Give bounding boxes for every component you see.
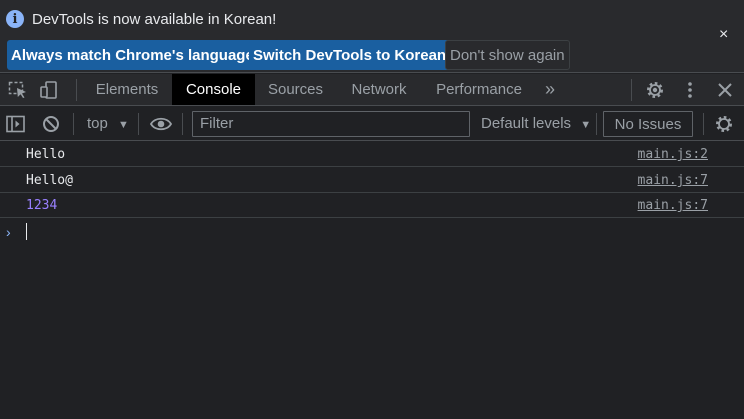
console-message: Hello main.js:2 xyxy=(0,142,744,167)
live-expression-icon[interactable] xyxy=(149,115,173,133)
issues-button[interactable]: No Issues xyxy=(603,111,693,137)
infobar-message-row: i DevTools is now available in Korean! xyxy=(6,9,276,29)
devtools-window: i DevTools is now available in Korean! A… xyxy=(0,0,744,419)
log-levels-label: Default levels xyxy=(481,115,572,132)
tab-sources[interactable]: Sources xyxy=(257,74,334,105)
source-link[interactable]: main.js:2 xyxy=(638,147,708,162)
message-number: 1234 xyxy=(26,198,58,213)
always-match-language-button[interactable]: Always match Chrome's language xyxy=(7,40,258,70)
toolbar-divider xyxy=(138,113,139,135)
toolbar-divider xyxy=(76,79,77,101)
tab-network[interactable]: Network xyxy=(338,74,420,105)
filter-input[interactable]: Filter xyxy=(192,111,470,137)
switch-to-korean-button[interactable]: Switch DevTools to Korean xyxy=(249,40,451,70)
context-select[interactable]: top ▼ xyxy=(87,115,129,132)
tab-elements[interactable]: Elements xyxy=(84,74,170,105)
kebab-menu-icon[interactable] xyxy=(680,81,700,99)
more-tabs-button[interactable]: » xyxy=(538,74,562,105)
message-text: Hello xyxy=(26,147,66,162)
console-prompt-input[interactable] xyxy=(26,220,716,244)
infobar-message: DevTools is now available in Korean! xyxy=(32,10,277,28)
tab-console[interactable]: Console xyxy=(172,74,255,105)
source-link[interactable]: main.js:7 xyxy=(638,173,708,188)
sidebar-toggle-icon[interactable] xyxy=(6,115,26,133)
console-toolbar: top ▼ Filter Default levels ▼ No Issues xyxy=(0,107,744,141)
tab-performance[interactable]: Performance xyxy=(424,74,534,105)
info-icon: i xyxy=(6,10,24,28)
log-levels-select[interactable]: Default levels ▼ xyxy=(481,115,591,132)
clear-console-icon[interactable] xyxy=(42,115,62,133)
toolbar-divider xyxy=(596,113,597,135)
console-message: Hello@ main.js:7 xyxy=(0,168,744,193)
inspect-element-icon[interactable] xyxy=(8,81,28,99)
toolbar-divider xyxy=(73,113,74,135)
prompt-chevron-icon: › xyxy=(6,224,11,240)
message-text: Hello@ xyxy=(26,173,73,188)
toolbar-divider xyxy=(631,79,632,101)
language-infobar: i DevTools is now available in Korean! A… xyxy=(0,0,744,73)
toolbar-divider xyxy=(703,113,704,135)
close-icon[interactable]: × xyxy=(719,26,728,44)
dont-show-again-button[interactable]: Don't show again xyxy=(445,40,570,70)
context-value: top xyxy=(87,115,108,132)
close-devtools-icon[interactable] xyxy=(715,81,735,99)
console-message: 1234 main.js:7 xyxy=(0,193,744,218)
devtools-tabbar: Elements Console Sources Network Perform… xyxy=(0,74,744,106)
device-toolbar-icon[interactable] xyxy=(40,81,60,99)
text-caret xyxy=(26,223,27,240)
gear-icon[interactable] xyxy=(645,81,665,99)
chevron-down-icon: ▼ xyxy=(118,119,129,131)
toolbar-divider xyxy=(182,113,183,135)
console-settings-gear-icon[interactable] xyxy=(714,115,734,133)
source-link[interactable]: main.js:7 xyxy=(638,198,708,213)
chevron-down-icon: ▼ xyxy=(580,119,592,131)
